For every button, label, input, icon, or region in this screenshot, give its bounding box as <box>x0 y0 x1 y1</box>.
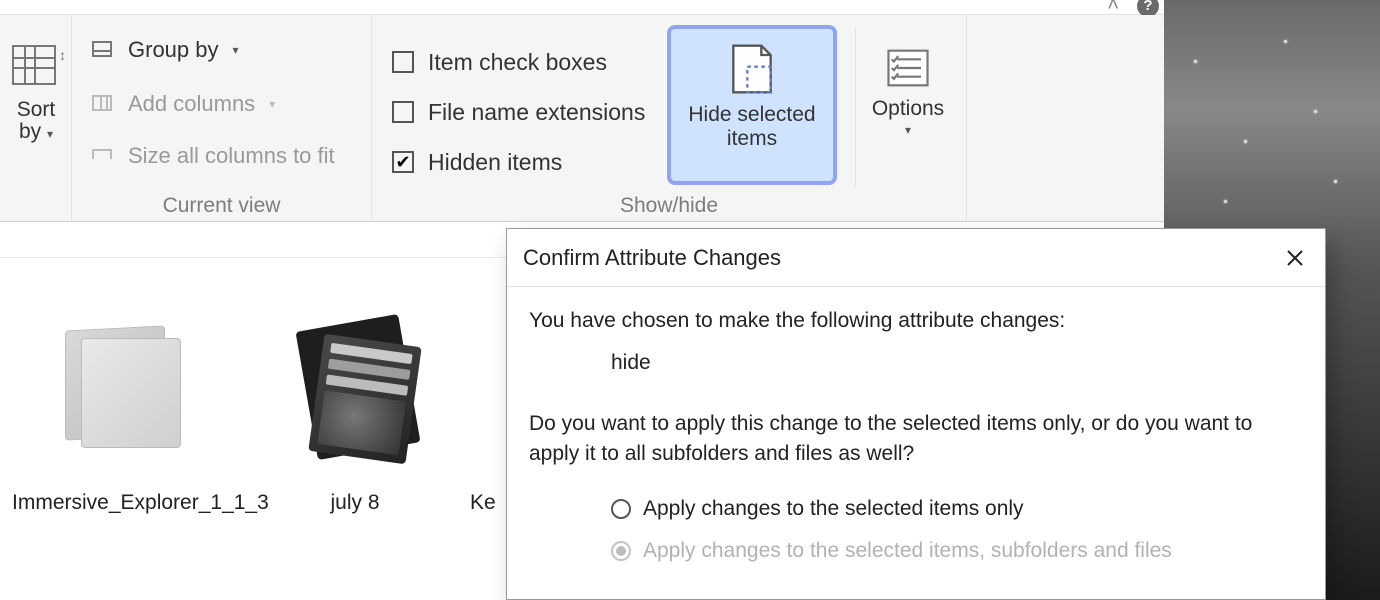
folder-name: july 8 <box>245 491 465 515</box>
dialog-title: Confirm Attribute Changes <box>523 245 781 271</box>
dialog-attribute-value: hide <box>611 351 1303 375</box>
dialog-question-text: Do you want to apply this change to the … <box>529 409 1303 469</box>
sort-icon <box>12 45 56 85</box>
dialog-close-button[interactable] <box>1275 238 1315 278</box>
folder-icon <box>47 310 197 460</box>
radio-selected-icon <box>611 541 631 561</box>
ribbon-group-label-show-hide: Show/hide <box>372 194 966 218</box>
close-icon <box>1286 249 1304 267</box>
size-columns-icon <box>92 149 112 151</box>
checkbox-icon <box>392 51 414 73</box>
sort-by-button[interactable]: ↕ Sort by ▾ <box>6 45 66 195</box>
group-by-button[interactable]: Group by ▾ <box>92 37 239 63</box>
checkbox-checked-icon <box>392 151 414 173</box>
checkbox-icon <box>392 101 414 123</box>
checkbox-label: Hidden items <box>428 149 562 176</box>
size-columns-button[interactable]: Size all columns to fit <box>92 143 335 169</box>
folder-preview-icon <box>280 310 430 460</box>
add-columns-button[interactable]: Add columns ▾ <box>92 91 275 117</box>
ribbon-sortby-section: ↕ Sort by ▾ <box>0 15 72 222</box>
dialog-intro-text: You have chosen to make the following at… <box>529 309 1303 333</box>
group-by-icon <box>92 41 112 57</box>
checkbox-file-name-extensions[interactable]: File name extensions <box>392 87 645 137</box>
options-button[interactable]: Options ▾ <box>855 27 960 187</box>
page-hide-icon <box>724 41 780 97</box>
radio-apply-selected-only[interactable]: Apply changes to the selected items only <box>611 497 1303 521</box>
radio-icon <box>611 499 631 519</box>
ribbon-view-tab: ↕ Sort by ▾ Group by ▾ Add columns ▾ Siz… <box>0 15 1164 222</box>
ribbon-group-label-current-view: Current view <box>72 194 371 218</box>
add-columns-icon <box>92 95 112 111</box>
confirm-attribute-changes-dialog: Confirm Attribute Changes You have chose… <box>506 228 1326 600</box>
options-icon <box>882 45 934 91</box>
options-label: Options <box>872 97 944 121</box>
hide-selected-items-button[interactable]: Hide selected items <box>667 25 837 185</box>
radio-label: Apply changes to the selected items only <box>643 497 1024 521</box>
add-columns-label: Add columns <box>128 91 255 117</box>
hide-selected-label: Hide selected items <box>671 103 833 151</box>
radio-apply-recursive[interactable]: Apply changes to the selected items, sub… <box>611 539 1303 563</box>
checkbox-item-check-boxes[interactable]: Item check boxes <box>392 37 645 87</box>
folder-item[interactable]: Immersive_Explorer_1_1_3 <box>12 310 232 515</box>
group-by-label: Group by <box>128 37 219 63</box>
folder-item[interactable]: july 8 <box>245 310 465 515</box>
ribbon-group-current-view: Group by ▾ Add columns ▾ Size all column… <box>72 15 372 222</box>
window-titlebar: ˄ ? <box>0 0 1164 15</box>
ribbon-group-show-hide: Item check boxes File name extensions Hi… <box>372 15 967 222</box>
checkbox-label: File name extensions <box>428 99 645 126</box>
checkbox-label: Item check boxes <box>428 49 607 76</box>
radio-label: Apply changes to the selected items, sub… <box>643 539 1172 563</box>
folder-name: Immersive_Explorer_1_1_3 <box>12 491 232 515</box>
checkbox-hidden-items[interactable]: Hidden items <box>392 137 645 187</box>
size-columns-label: Size all columns to fit <box>128 143 335 169</box>
